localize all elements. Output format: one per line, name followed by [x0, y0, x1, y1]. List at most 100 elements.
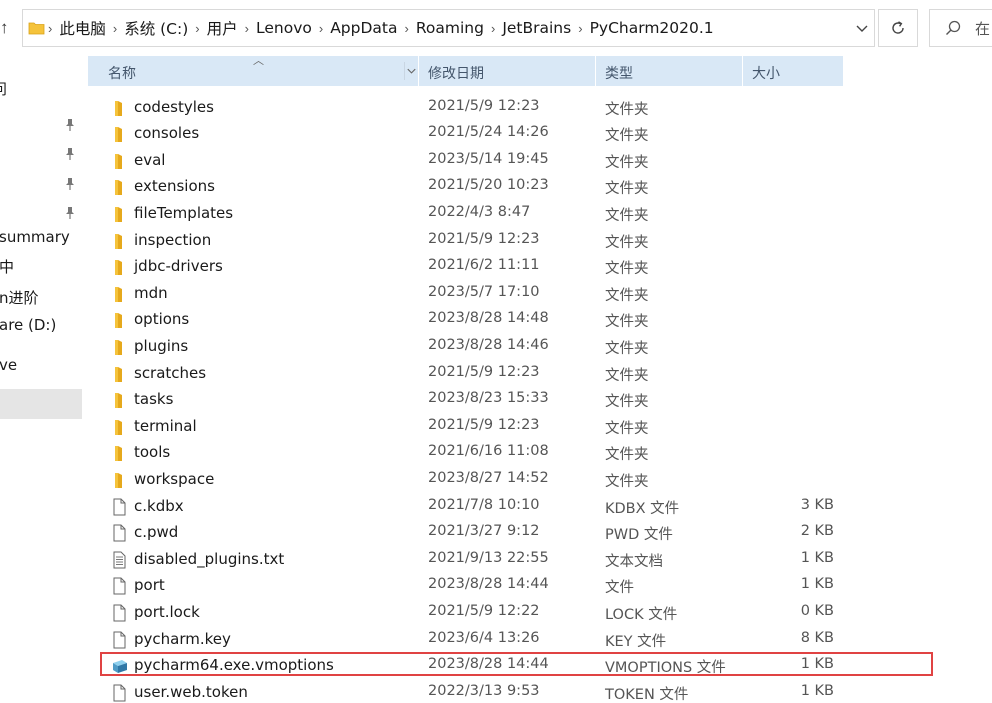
file-type: 文件夹 — [605, 154, 649, 171]
breadcrumb-item[interactable]: 此电脑 — [53, 17, 112, 39]
folder-icon — [115, 100, 122, 116]
column-label-modified: 修改日期 — [428, 66, 484, 82]
file-row[interactable]: extensions 2021/5/20 10:23 文件夹 — [88, 174, 992, 201]
file-row[interactable]: fileTemplates 2022/4/3 8:47 文件夹 — [88, 201, 992, 228]
file-row[interactable]: eval 2023/5/14 19:45 文件夹 — [88, 148, 992, 175]
breadcrumb-item[interactable]: JetBrains — [496, 19, 577, 37]
pin-icon[interactable] — [64, 206, 76, 220]
nav-item[interactable]: 中 — [0, 256, 14, 277]
breadcrumb-item[interactable]: 用户 — [201, 17, 244, 39]
folder-icon — [115, 127, 122, 143]
file-type: 文件夹 — [605, 261, 649, 278]
text-file-icon — [113, 551, 126, 569]
nav-selected-item[interactable] — [0, 389, 82, 419]
file-size: 1 KB — [800, 576, 834, 593]
file-row[interactable]: plugins 2023/8/28 14:46 文件夹 — [88, 334, 992, 361]
file-row[interactable]: port 2023/8/28 14:44 文件 1 KB — [88, 573, 992, 600]
file-modified: 2021/5/20 10:23 — [428, 177, 549, 194]
chevron-down-icon[interactable] — [854, 19, 870, 37]
sort-ascending-icon: ︿ — [253, 55, 264, 67]
nav-item[interactable]: ve — [0, 356, 17, 374]
file-type: 文件夹 — [605, 367, 649, 384]
file-name: eval — [134, 150, 166, 169]
file-modified: 2023/6/4 13:26 — [428, 629, 540, 646]
file-row[interactable]: terminal 2021/5/9 12:23 文件夹 — [88, 414, 992, 441]
file-modified: 2021/5/9 12:22 — [428, 602, 540, 619]
file-size: 2 KB — [800, 523, 834, 540]
file-row[interactable]: port.lock 2021/5/9 12:22 LOCK 文件 0 KB — [88, 600, 992, 627]
breadcrumb-item[interactable]: Roaming — [410, 19, 490, 37]
file-type: 文件夹 — [605, 394, 649, 411]
file-name: c.pwd — [134, 523, 179, 542]
nav-item[interactable]: are (D:) — [0, 316, 56, 334]
file-type: 文件夹 — [605, 181, 649, 198]
file-modified: 2021/5/9 12:23 — [428, 97, 540, 114]
pin-icon[interactable] — [64, 177, 76, 191]
file-row[interactable]: jdbc-drivers 2021/6/2 11:11 文件夹 — [88, 254, 992, 281]
file-modified: 2022/4/3 8:47 — [428, 203, 531, 220]
file-type: KEY 文件 — [605, 633, 667, 650]
file-name: options — [134, 310, 190, 329]
search-box[interactable]: 在 — [929, 9, 992, 47]
file-row[interactable]: tools 2021/6/16 11:08 文件夹 — [88, 440, 992, 467]
file-row[interactable]: c.pwd 2021/3/27 9:12 PWD 文件 2 KB — [88, 520, 992, 547]
pin-icon[interactable] — [64, 118, 76, 132]
file-modified: 2021/3/27 9:12 — [428, 523, 540, 540]
file-icon — [113, 684, 126, 702]
file-icon — [113, 577, 126, 595]
file-row[interactable]: user.web.token 2022/3/13 9:53 TOKEN 文件 1 KB — [88, 680, 992, 703]
breadcrumb-item[interactable]: PyCharm2020.1 — [584, 19, 720, 37]
file-row[interactable]: workspace 2023/8/27 14:52 文件夹 — [88, 467, 992, 494]
file-row[interactable]: disabled_plugins.txt 2021/9/13 22:55 文本文档 1… — [88, 547, 992, 574]
file-type: 文本文档 — [605, 553, 663, 570]
file-name: port.lock — [134, 602, 200, 621]
nav-item[interactable]: 问 — [0, 78, 7, 99]
refresh-button[interactable] — [878, 9, 918, 47]
breadcrumb-item[interactable]: AppData — [324, 19, 403, 37]
breadcrumb-item[interactable]: Lenovo — [250, 19, 318, 37]
navigation-pane: 问 summary 中 n进阶 are (D:) ve — [0, 56, 82, 703]
pin-icon[interactable] — [64, 147, 76, 161]
column-header-modified[interactable]: 修改日期 — [419, 56, 595, 86]
file-row[interactable]: codestyles 2021/5/9 12:23 文件夹 — [88, 95, 992, 122]
address-bar[interactable]: › 此电脑 › 系统 (C:) › 用户 › Lenovo › AppData › Roaming › J… — [22, 9, 875, 47]
file-row[interactable]: c.kdbx 2021/7/8 10:10 KDBX 文件 3 KB — [88, 494, 992, 521]
folder-icon — [115, 153, 122, 169]
file-type: LOCK 文件 — [605, 606, 678, 623]
file-icon — [113, 631, 126, 648]
file-icon — [113, 498, 126, 515]
file-type: 文件夹 — [605, 101, 649, 118]
nav-item[interactable]: n进阶 — [0, 287, 39, 308]
folder-icon — [115, 393, 122, 409]
file-icon — [113, 524, 126, 542]
up-arrow-icon[interactable]: ↑ — [0, 14, 16, 42]
file-size: 8 KB — [800, 629, 834, 646]
folder-icon — [115, 472, 122, 488]
file-row[interactable]: inspection 2021/5/9 12:23 文件夹 — [88, 228, 992, 255]
file-type: 文件夹 — [605, 128, 649, 145]
chevron-down-icon[interactable] — [404, 62, 418, 80]
file-row[interactable]: pycharm.key 2023/6/4 13:26 KEY 文件 8 KB — [88, 627, 992, 654]
refresh-icon — [892, 21, 904, 34]
file-name: inspection — [134, 230, 212, 249]
file-name: tools — [134, 443, 171, 462]
search-icon — [946, 20, 961, 35]
file-modified: 2021/6/2 11:11 — [428, 257, 540, 274]
file-row[interactable]: consoles 2021/5/24 14:26 文件夹 — [88, 121, 992, 148]
file-row[interactable]: scratches 2021/5/9 12:23 文件夹 — [88, 361, 992, 388]
folder-icon — [115, 233, 122, 249]
nav-item[interactable]: summary — [0, 228, 70, 246]
column-header-name[interactable]: ︿ 名称 — [88, 55, 418, 86]
file-row[interactable]: tasks 2023/8/23 15:33 文件夹 — [88, 387, 992, 414]
column-header-size[interactable]: 大小 — [743, 56, 843, 86]
breadcrumb-item[interactable]: 系统 (C:) — [118, 17, 194, 39]
file-name: jdbc-drivers — [134, 257, 223, 276]
search-input[interactable]: 在 — [975, 18, 990, 39]
file-modified: 2021/9/13 22:55 — [428, 549, 549, 566]
file-row[interactable]: options 2023/8/28 14:48 文件夹 — [88, 307, 992, 334]
folder-icon — [115, 313, 122, 329]
column-header-type[interactable]: 类型 — [596, 56, 742, 86]
file-modified: 2023/5/7 17:10 — [428, 283, 540, 300]
column-label-size: 大小 — [752, 66, 780, 82]
file-row[interactable]: mdn 2023/5/7 17:10 文件夹 — [88, 281, 992, 308]
